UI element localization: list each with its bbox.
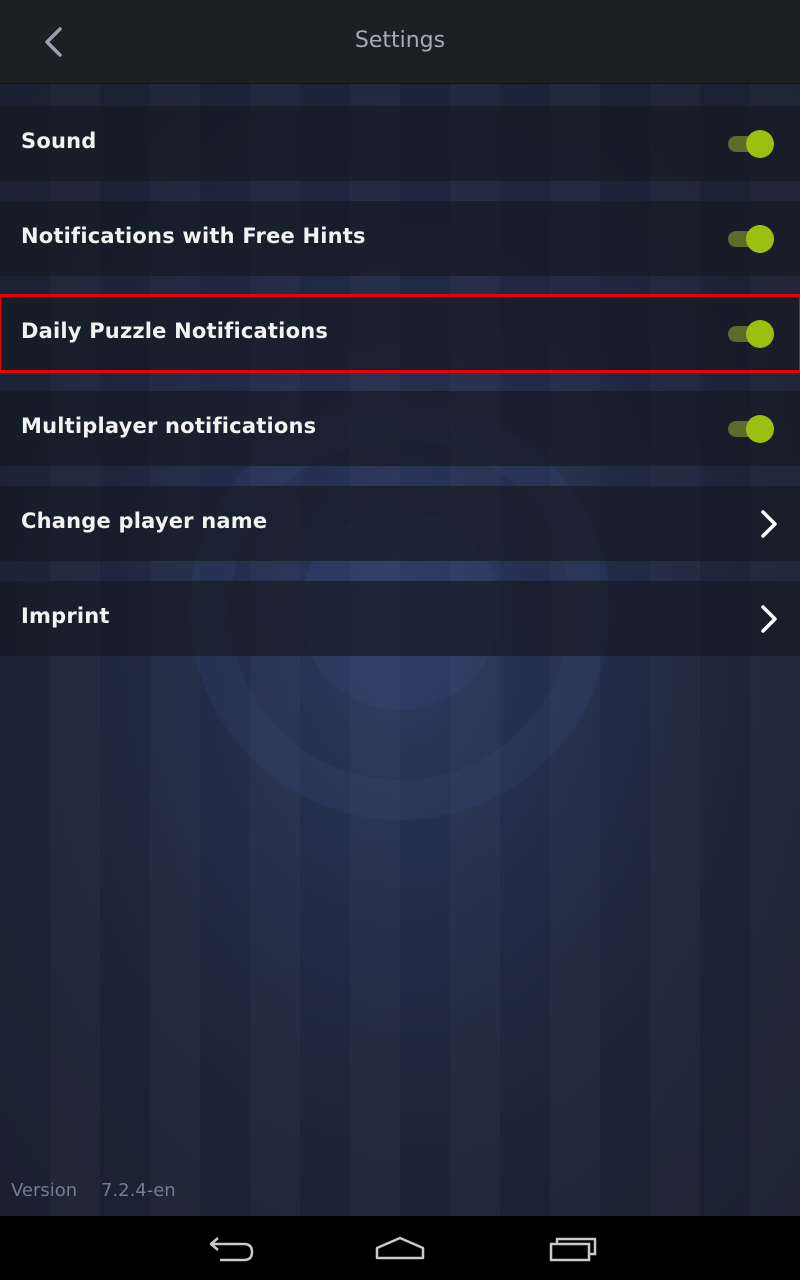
version-info: Version 7.2.4-en [11, 1180, 176, 1201]
free-hints-toggle[interactable] [728, 225, 776, 253]
multiplayer-toggle[interactable] [728, 415, 776, 443]
setting-row-multiplayer[interactable]: Multiplayer notifications [0, 391, 800, 466]
settings-screen: Settings Sound Notifications with Free H… [0, 0, 800, 1280]
system-back-button[interactable] [200, 1230, 260, 1266]
toggle-knob [746, 225, 774, 253]
toggle-knob [746, 320, 774, 348]
home-icon [375, 1236, 425, 1260]
setting-label-free-hints: Notifications with Free Hints [21, 224, 366, 248]
setting-label-daily-puzzle: Daily Puzzle Notifications [21, 319, 329, 343]
toggle-knob [746, 130, 774, 158]
version-label: Version [11, 1180, 78, 1201]
recent-apps-icon [549, 1237, 597, 1262]
chevron-right-icon [761, 510, 777, 538]
settings-list: Sound Notifications with Free Hints Dail… [0, 106, 800, 676]
daily-puzzle-toggle[interactable] [728, 320, 776, 348]
app-header: Settings [0, 0, 800, 84]
toggle-knob [746, 415, 774, 443]
system-home-button[interactable] [370, 1230, 430, 1266]
setting-row-sound[interactable]: Sound [0, 106, 800, 181]
back-arrow-icon [209, 1237, 254, 1262]
page-title: Settings [354, 28, 446, 53]
setting-label-multiplayer: Multiplayer notifications [21, 414, 317, 438]
setting-row-free-hints[interactable]: Notifications with Free Hints [0, 201, 800, 276]
setting-row-change-name[interactable]: Change player name [0, 486, 800, 561]
setting-label-change-name: Change player name [21, 509, 268, 533]
setting-label-sound: Sound [21, 129, 97, 153]
setting-row-daily-puzzle[interactable]: Daily Puzzle Notifications [0, 294, 800, 373]
setting-label-imprint: Imprint [21, 604, 110, 628]
setting-row-imprint[interactable]: Imprint [0, 581, 800, 656]
chevron-right-icon [761, 605, 777, 633]
system-recents-button[interactable] [545, 1230, 605, 1266]
version-value: 7.2.4-en [100, 1180, 176, 1201]
sound-toggle[interactable] [728, 130, 776, 158]
system-nav-bar [0, 1216, 800, 1280]
